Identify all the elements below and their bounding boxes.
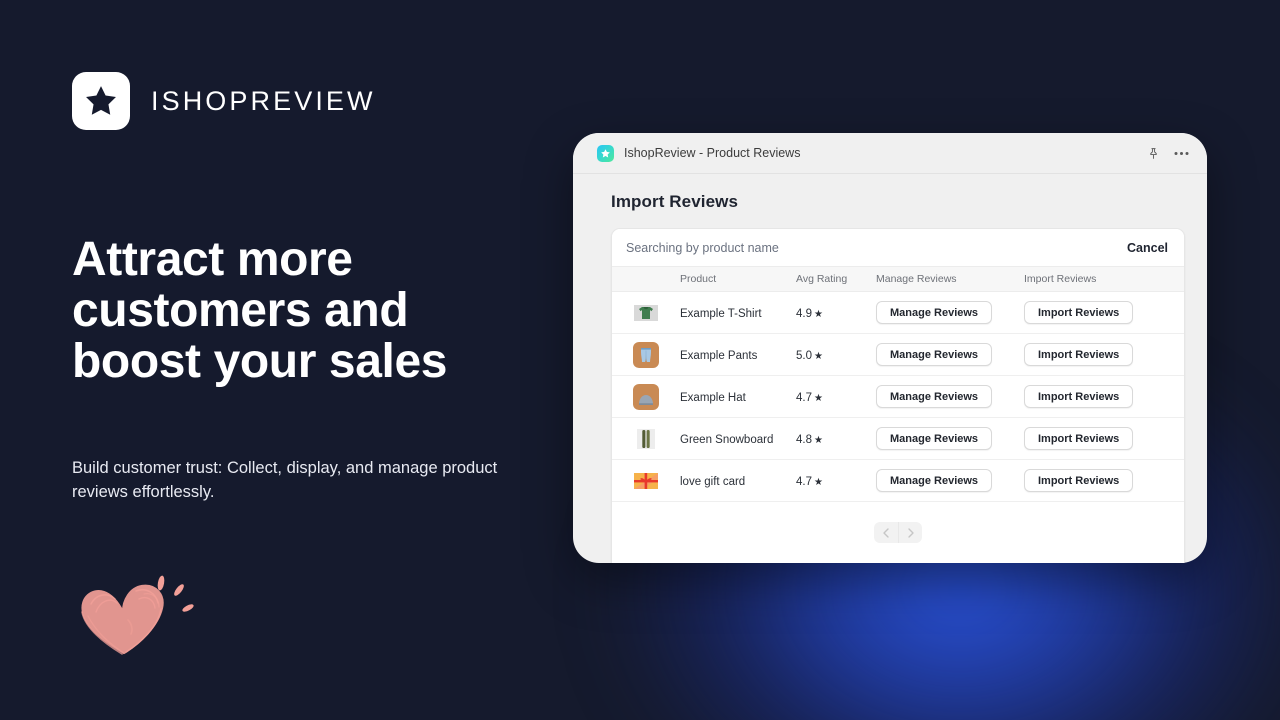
import-reviews-heading: Import Reviews <box>611 192 739 211</box>
app-window: IshopReview - Product Reviews Import Rev… <box>573 133 1207 563</box>
table-row: love gift card 4.7 ★ Manage Reviews Impor… <box>612 460 1184 502</box>
star-icon: ★ <box>814 476 823 488</box>
heart-doodle-icon <box>66 568 196 668</box>
star-icon <box>72 72 130 130</box>
brand-logo: ISHOPREVIEW <box>72 72 376 130</box>
manage-reviews-button[interactable]: Manage Reviews <box>876 469 993 492</box>
app-titlebar: IshopReview - Product Reviews <box>573 133 1207 174</box>
hat-thumb <box>612 383 680 410</box>
ellipsis-icon[interactable] <box>1174 151 1189 156</box>
hero-subhead: Build customer trust: Collect, display, … <box>72 459 498 501</box>
page-title: Attract more customers and boost your sa… <box>72 233 448 388</box>
manage-reviews-button[interactable]: Manage Reviews <box>876 427 993 450</box>
table-header-row: Product Avg Rating Manage Reviews Import… <box>612 266 1184 292</box>
snowboard-thumb <box>612 425 680 452</box>
column-header-import-reviews: Import Reviews <box>1024 273 1097 285</box>
ishopreview-star-icon <box>597 144 614 162</box>
table-row: Example Hat 4.7 ★ Manage Reviews Import R… <box>612 376 1184 418</box>
table-row: Example Pants 5.0 ★ Manage Reviews Import… <box>612 334 1184 376</box>
import-reviews-button[interactable]: Import Reviews <box>1024 301 1134 324</box>
star-icon: ★ <box>814 350 823 362</box>
import-reviews-button[interactable]: Import Reviews <box>1024 469 1134 492</box>
chevron-left-icon[interactable] <box>874 522 898 543</box>
product-rating: 4.8 <box>796 433 812 446</box>
reviews-panel: Cancel Product Avg Rating Manage Reviews… <box>611 228 1185 563</box>
pants-thumb <box>612 341 680 368</box>
giftcard-thumb <box>612 467 680 494</box>
star-icon: ★ <box>814 392 823 404</box>
product-name: Example Pants <box>680 349 758 362</box>
search-input[interactable] <box>626 240 1127 255</box>
product-rating: 4.7 <box>796 391 812 404</box>
product-name: Example T-Shirt <box>680 307 762 320</box>
brand-name: ISHOPREVIEW <box>151 85 376 116</box>
column-header-manage-reviews: Manage Reviews <box>876 273 957 285</box>
product-name: Example Hat <box>680 391 746 404</box>
chevron-right-icon[interactable] <box>898 522 922 543</box>
star-icon: ★ <box>814 434 823 446</box>
import-reviews-button[interactable]: Import Reviews <box>1024 343 1134 366</box>
product-rating: 4.7 <box>796 475 812 488</box>
titlebar-actions <box>1147 147 1189 160</box>
column-header-product: Product <box>680 273 717 285</box>
hero-section: ISHOPREVIEW Attract more customers and b… <box>72 0 542 720</box>
column-header-avg-rating: Avg Rating <box>796 273 848 285</box>
table-row: Example T-Shirt 4.9 ★ Manage Reviews Impo… <box>612 292 1184 334</box>
cancel-button[interactable]: Cancel <box>1127 241 1168 255</box>
star-icon: ★ <box>814 308 823 320</box>
import-reviews-button[interactable]: Import Reviews <box>1024 385 1134 408</box>
search-row: Cancel <box>612 229 1184 266</box>
product-name: Green Snowboard <box>680 433 774 446</box>
manage-reviews-button[interactable]: Manage Reviews <box>876 301 993 324</box>
manage-reviews-button[interactable]: Manage Reviews <box>876 343 993 366</box>
product-name: love gift card <box>680 475 746 488</box>
import-reviews-button[interactable]: Import Reviews <box>1024 427 1134 450</box>
table-row: Green Snowboard 4.8 ★ Manage Reviews Impo… <box>612 418 1184 460</box>
manage-reviews-button[interactable]: Manage Reviews <box>876 385 993 408</box>
app-title: IshopReview - Product Reviews <box>624 146 801 160</box>
product-rating: 5.0 <box>796 349 812 362</box>
product-rating: 4.9 <box>796 307 812 320</box>
pagination <box>612 502 1184 563</box>
tshirt-thumb <box>612 299 680 326</box>
pin-icon[interactable] <box>1147 147 1160 160</box>
